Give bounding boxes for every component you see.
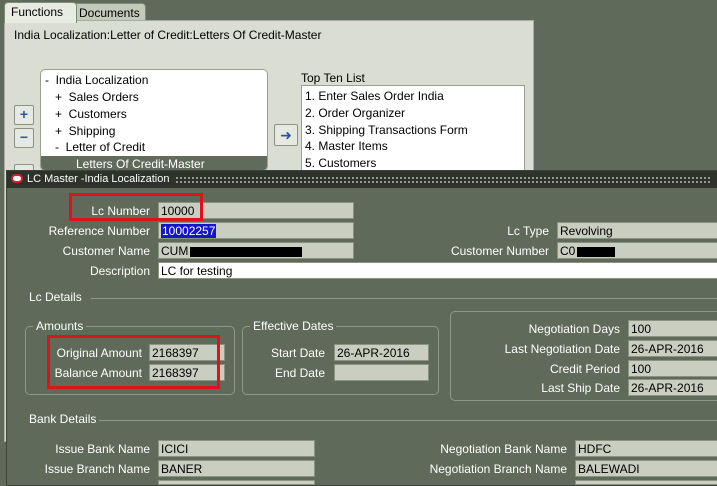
- top-ten-list[interactable]: 1. Enter Sales Order India 2. Order Orga…: [301, 85, 525, 177]
- customer-name-field[interactable]: CUM: [158, 242, 354, 259]
- title-bar-grip: [175, 176, 710, 183]
- lc-master-window: LC Master -India Localization Lc Number …: [6, 170, 717, 486]
- customer-name-value: CUM: [161, 244, 189, 258]
- last-negotiation-date-label: Last Negotiation Date: [504, 342, 620, 356]
- negotiation-branch-name-field[interactable]: BALEWADI: [575, 460, 717, 477]
- top-ten-label: Top Ten List: [301, 71, 365, 85]
- end-date-field[interactable]: [334, 364, 429, 381]
- customer-name-label: Customer Name: [62, 244, 150, 258]
- annotation-highlight-lc-number: [69, 193, 203, 221]
- plus-icon: +: [19, 106, 29, 122]
- negotiation-branch-name-label: Negotiation Branch Name: [429, 462, 567, 476]
- customer-number-label: Customer Number: [450, 244, 549, 258]
- issue-bank-name-label: Issue Bank Name: [55, 442, 150, 456]
- bank-details-heading: Bank Details: [29, 412, 97, 426]
- function-path: India Localization:Letter of Credit:Lett…: [14, 28, 322, 42]
- lc-type-field[interactable]: Revolving: [557, 222, 717, 239]
- top-ten-item[interactable]: 2. Order Organizer: [305, 105, 405, 121]
- tree-item-shipping[interactable]: + Shipping: [45, 123, 115, 139]
- top-ten-item[interactable]: 3. Shipping Transactions Form: [305, 122, 468, 138]
- function-tree[interactable]: - India Localization + Sales Orders + Cu…: [40, 69, 268, 171]
- negotiation-bank-name-label: Negotiation Bank Name: [440, 442, 567, 456]
- reference-number-label: Reference Number: [48, 224, 150, 238]
- start-date-label: Start Date: [270, 346, 325, 360]
- issue-branch-name-field[interactable]: BANER: [158, 460, 315, 477]
- effective-dates-heading: Effective Dates: [250, 319, 337, 333]
- start-date-field[interactable]: 26-APR-2016: [334, 344, 429, 361]
- collapse-button[interactable]: −: [14, 128, 34, 148]
- credit-period-label: Credit Period: [549, 362, 620, 376]
- top-ten-item[interactable]: 5. Customers: [305, 155, 376, 171]
- reference-number-field[interactable]: 10002257: [158, 222, 354, 239]
- top-ten-item[interactable]: 1. Enter Sales Order India: [305, 88, 444, 104]
- customer-number-field[interactable]: C0: [557, 242, 717, 259]
- issue-bank-name-field[interactable]: ICICI: [158, 440, 315, 457]
- window-title-bar[interactable]: LC Master -India Localization: [7, 171, 717, 188]
- minus-icon: −: [19, 129, 29, 145]
- expand-button[interactable]: +: [14, 105, 34, 125]
- tree-item-sales-orders[interactable]: + Sales Orders: [45, 89, 139, 105]
- section-divider: [99, 420, 717, 421]
- credit-period-field[interactable]: 100: [628, 360, 717, 377]
- lc-details-heading: Lc Details: [29, 290, 82, 304]
- section-divider: [91, 298, 717, 299]
- end-date-label: End Date: [274, 366, 325, 380]
- last-negotiation-date-field[interactable]: 26-APR-2016: [628, 340, 717, 357]
- annotation-highlight-amounts: [47, 335, 220, 389]
- last-ship-date-label: Last Ship Date: [541, 381, 620, 395]
- last-ship-date-field[interactable]: 26-APR-2016: [628, 379, 717, 396]
- customer-number-value: C0: [560, 244, 576, 258]
- lc-type-label: Lc Type: [507, 224, 549, 238]
- issue-branch-address-field[interactable]: [158, 480, 315, 485]
- issue-branch-name-label: Issue Branch Name: [44, 462, 150, 476]
- redaction-mark: [190, 246, 303, 257]
- window-title: LC Master -India Localization: [27, 173, 170, 185]
- oracle-logo-icon: [11, 174, 23, 183]
- negotiation-days-label: Negotiation Days: [528, 322, 620, 336]
- negotiation-bank-name-field[interactable]: HDFC: [575, 440, 717, 457]
- negotiation-branch-address-field[interactable]: [575, 480, 717, 485]
- description-label: Description: [89, 264, 150, 278]
- tab-functions[interactable]: Functions: [4, 2, 77, 23]
- tree-item-india-localization[interactable]: - India Localization: [45, 72, 148, 88]
- amounts-heading: Amounts: [33, 319, 87, 333]
- redaction-mark: [577, 246, 616, 257]
- add-to-top-ten-button[interactable]: ➜: [274, 124, 298, 146]
- top-ten-item[interactable]: 4. Master Items: [305, 138, 388, 154]
- tree-item-letters-of-credit-master[interactable]: Letters Of Credit-Master: [41, 156, 267, 170]
- reference-number-value: 10002257: [161, 224, 217, 238]
- tree-item-letter-of-credit[interactable]: - Letter of Credit: [45, 139, 145, 155]
- arrow-right-icon: ➜: [280, 127, 292, 143]
- description-field[interactable]: LC for testing: [158, 262, 717, 279]
- negotiation-days-field[interactable]: 100: [628, 320, 717, 337]
- tree-item-customers[interactable]: + Customers: [45, 106, 127, 122]
